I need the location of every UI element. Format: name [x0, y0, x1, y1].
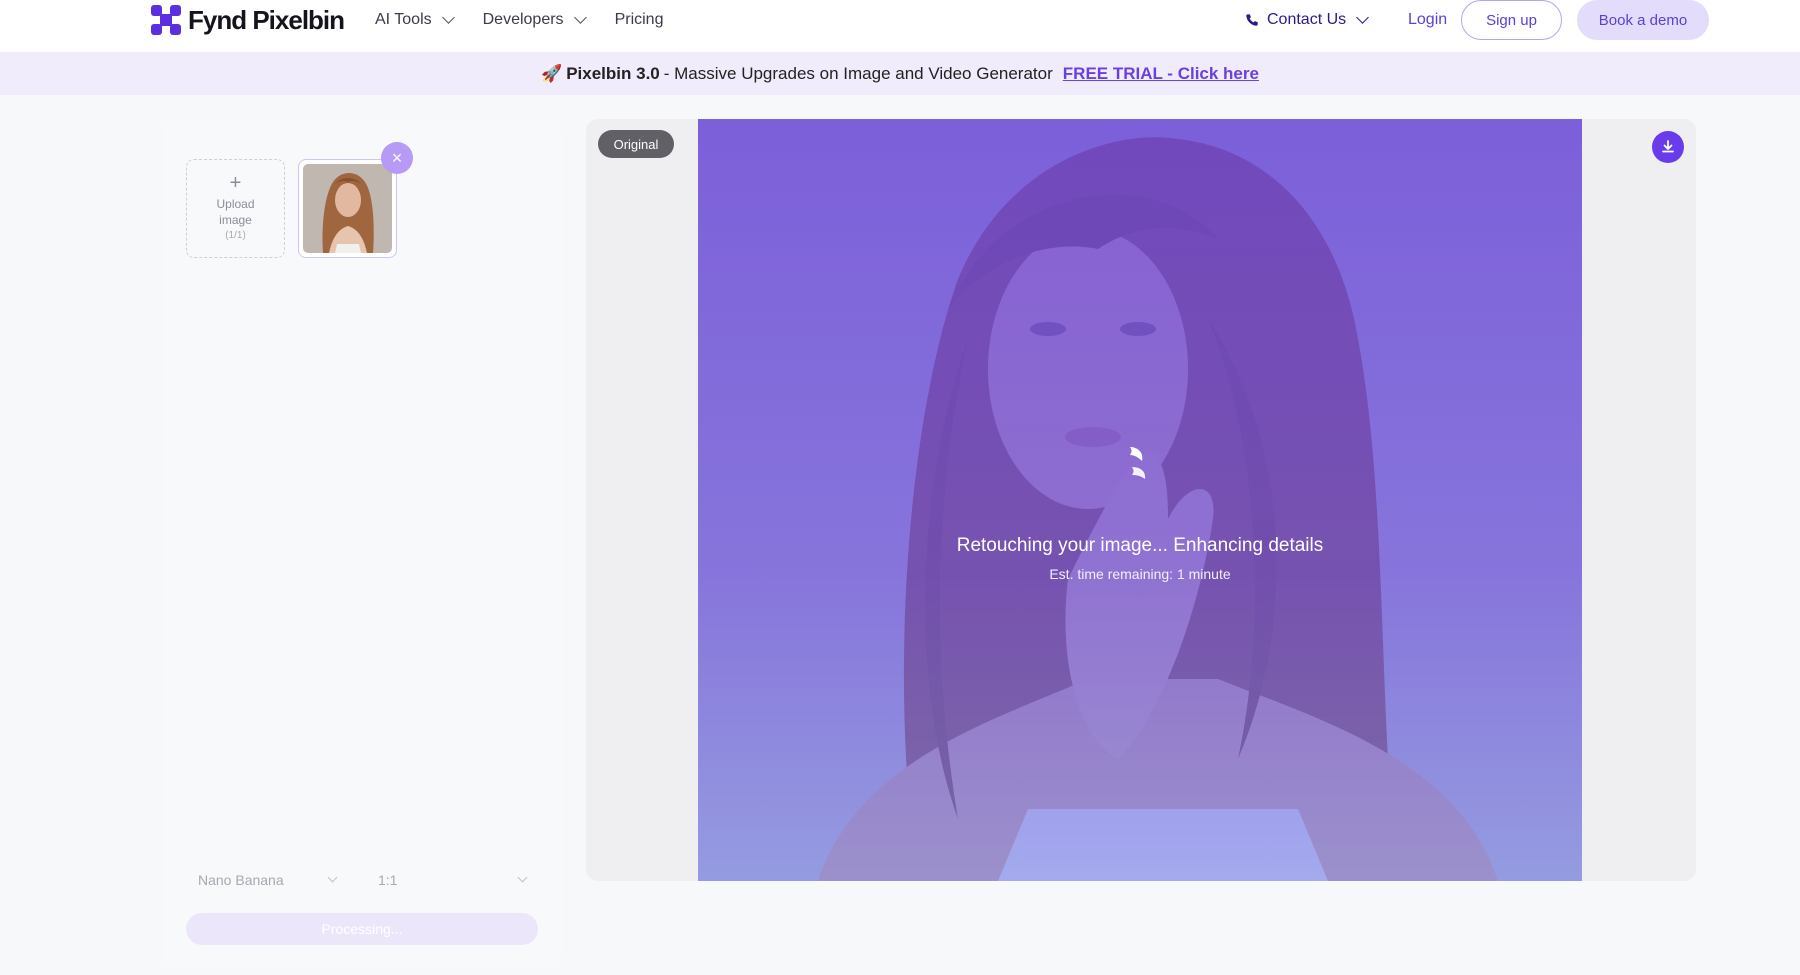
upload-count: (1/1)	[225, 229, 246, 241]
chevron-down-icon	[573, 11, 587, 24]
aspect-ratio-select[interactable]: 1:1	[366, 863, 538, 897]
original-badge: Original	[598, 130, 674, 158]
nav-developers-label: Developers	[482, 11, 564, 28]
logo[interactable]: Fynd Pixelbin	[150, 3, 345, 37]
nav-developers[interactable]: Developers	[482, 8, 587, 32]
logo-text: Fynd Pixelbin	[188, 4, 345, 35]
close-icon: ×	[391, 147, 403, 168]
plus-icon: +	[229, 171, 242, 194]
model-select[interactable]: Nano Banana	[186, 863, 348, 897]
free-trial-link[interactable]: FREE TRIAL - Click here	[1063, 64, 1259, 84]
main-nav: AI Tools Developers Pricing	[375, 8, 663, 32]
chevron-down-icon	[327, 872, 338, 883]
nav-pricing[interactable]: Pricing	[615, 8, 664, 32]
preview-image	[698, 119, 1582, 881]
login-link[interactable]: Login	[1408, 8, 1447, 32]
processing-time-remaining: Est. time remaining: 1 minute	[1049, 566, 1231, 582]
upload-label-line2: image	[219, 212, 252, 227]
book-demo-button[interactable]: Book a demo	[1577, 0, 1709, 40]
input-panel: + Upload image (1/1) × Nano Banana 1:1 P…	[162, 120, 562, 968]
processing-button[interactable]: Processing...	[186, 913, 538, 945]
rocket-icon: 🚀	[541, 64, 563, 83]
nav-ai-tools[interactable]: AI Tools	[375, 8, 455, 32]
promo-banner: 🚀 Pixelbin 3.0 - Massive Upgrades on Ima…	[0, 53, 1800, 95]
processing-status-title: Retouching your image... Enhancing detai…	[956, 535, 1324, 556]
model-select-value: Nano Banana	[198, 872, 284, 888]
top-header: Fynd Pixelbin AI Tools Developers Pricin…	[0, 0, 1800, 53]
processing-overlay	[698, 119, 1582, 881]
uploaded-image-thumbnail[interactable]	[298, 159, 397, 258]
contact-us-menu[interactable]: Contact Us	[1245, 8, 1370, 32]
chevron-down-icon	[1356, 11, 1370, 24]
download-button[interactable]	[1652, 131, 1684, 163]
chevron-down-icon	[517, 872, 528, 883]
chevron-down-icon	[441, 11, 455, 24]
contact-us-label: Contact Us	[1267, 11, 1347, 28]
banner-text: - Massive Upgrades on Image and Video Ge…	[663, 64, 1053, 83]
thumbnail-image	[303, 164, 392, 253]
remove-image-button[interactable]: ×	[381, 142, 413, 174]
nav-pricing-label: Pricing	[614, 11, 664, 28]
logo-icon	[150, 4, 182, 36]
upload-image-button[interactable]: + Upload image (1/1)	[186, 159, 285, 258]
spinner-icon	[1130, 447, 1146, 479]
banner-product: Pixelbin 3.0	[566, 64, 660, 83]
download-icon	[1662, 140, 1674, 153]
aspect-ratio-value: 1:1	[378, 872, 398, 888]
nav-ai-tools-label: AI Tools	[375, 11, 432, 28]
sign-up-button[interactable]: Sign up	[1461, 0, 1562, 40]
upload-label-line1: Upload	[216, 196, 255, 211]
image-viewer: Original Retouching your image... Enhanc…	[586, 119, 1696, 881]
phone-icon	[1246, 14, 1258, 26]
